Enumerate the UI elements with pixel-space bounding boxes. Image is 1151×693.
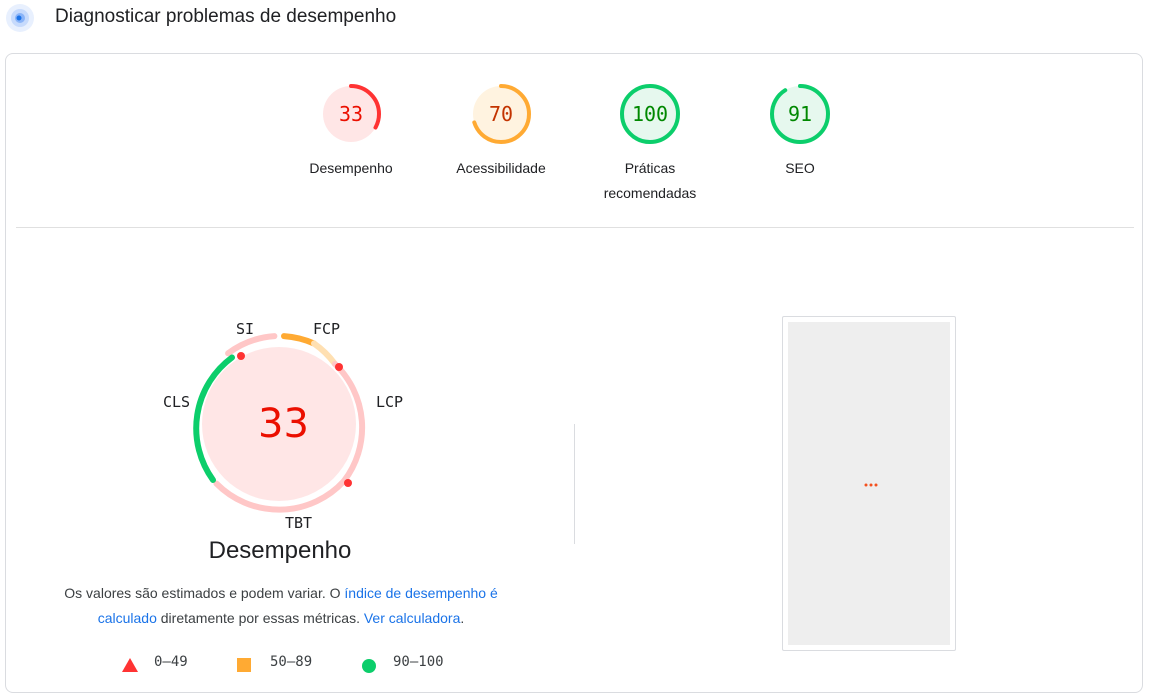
- accessibility-score: 70: [488, 102, 514, 126]
- loading-dots-icon: [864, 483, 878, 487]
- seo-label: SEO: [785, 160, 815, 176]
- metric-cls-label: CLS: [163, 393, 191, 411]
- triangle-icon: [122, 658, 138, 672]
- seo-score: 91: [787, 102, 813, 126]
- screenshot-placeholder: [788, 322, 950, 645]
- page-title: Diagnosticar problemas de desempenho: [55, 6, 397, 27]
- lighthouse-icon: [5, 3, 35, 33]
- seo-gauge[interactable]: 91: [768, 82, 832, 146]
- metric-si-label: SI: [236, 320, 255, 338]
- performance-gauge[interactable]: 33: [319, 82, 383, 146]
- square-icon: [237, 658, 251, 672]
- calculator-link[interactable]: Ver calculadora: [364, 610, 461, 626]
- best-practices-gauge[interactable]: 100: [618, 82, 682, 146]
- section-divider: [16, 227, 1134, 228]
- report-card: 33 Desempenho 70 Acessibilidade 100 Prát…: [5, 53, 1143, 693]
- performance-score: 33: [338, 102, 364, 126]
- circle-icon: [362, 659, 376, 673]
- best-practices-score: 100: [631, 102, 669, 126]
- performance-detail-gauge: SI FCP LCP TBT CLS 33: [156, 320, 416, 569]
- accessibility-gauge[interactable]: 70: [469, 82, 533, 146]
- performance-note: Os valores são estimados e podem variar.…: [64, 585, 498, 626]
- metric-fcp-label: FCP: [313, 320, 341, 338]
- performance-label: Desempenho: [309, 160, 393, 176]
- best-practices-label: Práticas recomendadas: [603, 160, 697, 201]
- fcp-segment: [281, 333, 317, 347]
- metric-tbt-label: TBT: [285, 514, 313, 532]
- performance-title: Desempenho: [208, 537, 352, 564]
- score-legend: 0–49 50–89 90–100: [6, 654, 566, 678]
- performance-big-score: 33: [258, 401, 309, 447]
- accessibility-label: Acessibilidade: [456, 160, 546, 176]
- page-screenshot[interactable]: [782, 316, 956, 651]
- column-divider: [574, 424, 575, 544]
- page-header: Diagnosticar problemas de desempenho: [0, 0, 1151, 40]
- metric-lcp-label: LCP: [376, 393, 404, 411]
